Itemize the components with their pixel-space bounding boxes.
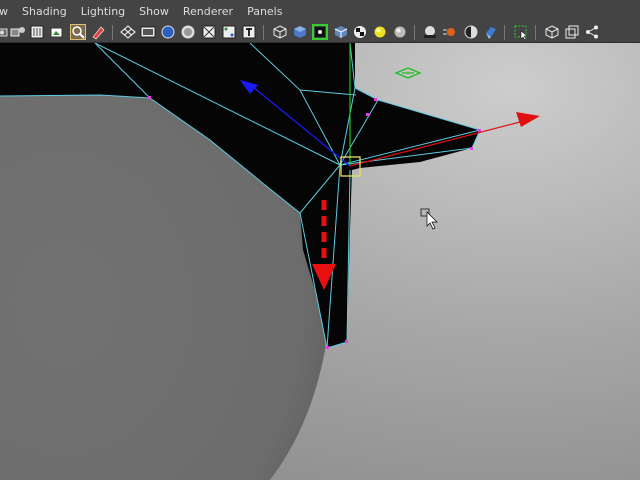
perspective-viewport[interactable]	[0, 43, 640, 480]
depth-of-field-icon[interactable]	[483, 24, 499, 40]
menu-panels[interactable]: Panels	[240, 5, 289, 18]
toolbar-divider	[504, 25, 505, 40]
screen-space-ao-icon[interactable]	[422, 24, 438, 40]
menu-shading[interactable]: Shading	[15, 5, 74, 18]
menu-show[interactable]: Show	[132, 5, 176, 18]
menu-view[interactable]: w	[0, 5, 15, 18]
shadows-icon[interactable]	[392, 24, 408, 40]
resolution-gate-icon[interactable]	[160, 24, 176, 40]
textured-icon[interactable]	[352, 24, 368, 40]
toolbar-divider	[535, 25, 536, 40]
toolbar-divider	[414, 25, 415, 40]
multisample-aa-icon[interactable]	[463, 24, 479, 40]
viewport-canvas[interactable]	[0, 43, 640, 480]
smooth-shade-icon[interactable]	[292, 24, 308, 40]
bookmark-icon[interactable]	[29, 24, 45, 40]
field-chart-icon[interactable]	[201, 24, 217, 40]
toolbar-divider	[263, 25, 264, 40]
wireframe-icon[interactable]	[272, 24, 288, 40]
select-camera-icon[interactable]	[0, 24, 10, 40]
toolbar-divider	[112, 25, 113, 40]
film-gate-icon[interactable]	[140, 24, 156, 40]
wireframe-on-shaded-icon[interactable]	[312, 24, 328, 40]
isolate-select-icon[interactable]	[513, 24, 529, 40]
motion-blur-icon[interactable]	[442, 24, 458, 40]
safe-action-icon[interactable]	[221, 24, 237, 40]
panel-toolbar	[0, 22, 640, 43]
safe-title-icon[interactable]	[241, 24, 257, 40]
image-plane-icon[interactable]	[49, 24, 65, 40]
xray-active-components-icon[interactable]	[564, 24, 580, 40]
grease-pencil-icon[interactable]	[90, 24, 106, 40]
menu-renderer[interactable]: Renderer	[176, 5, 240, 18]
panel-menubar: w Shading Lighting Show Renderer Panels	[0, 0, 640, 22]
gate-mask-icon[interactable]	[180, 24, 196, 40]
grid-icon[interactable]	[120, 24, 136, 40]
two-d-pan-zoom-icon[interactable]	[70, 24, 86, 40]
xray-joints-icon[interactable]	[544, 24, 560, 40]
snap-to-pixel-icon[interactable]	[584, 24, 600, 40]
camera-attributes-icon[interactable]	[10, 24, 26, 40]
menu-lighting[interactable]: Lighting	[74, 5, 132, 18]
use-all-lights-icon[interactable]	[372, 24, 388, 40]
xray-icon[interactable]	[333, 24, 349, 40]
